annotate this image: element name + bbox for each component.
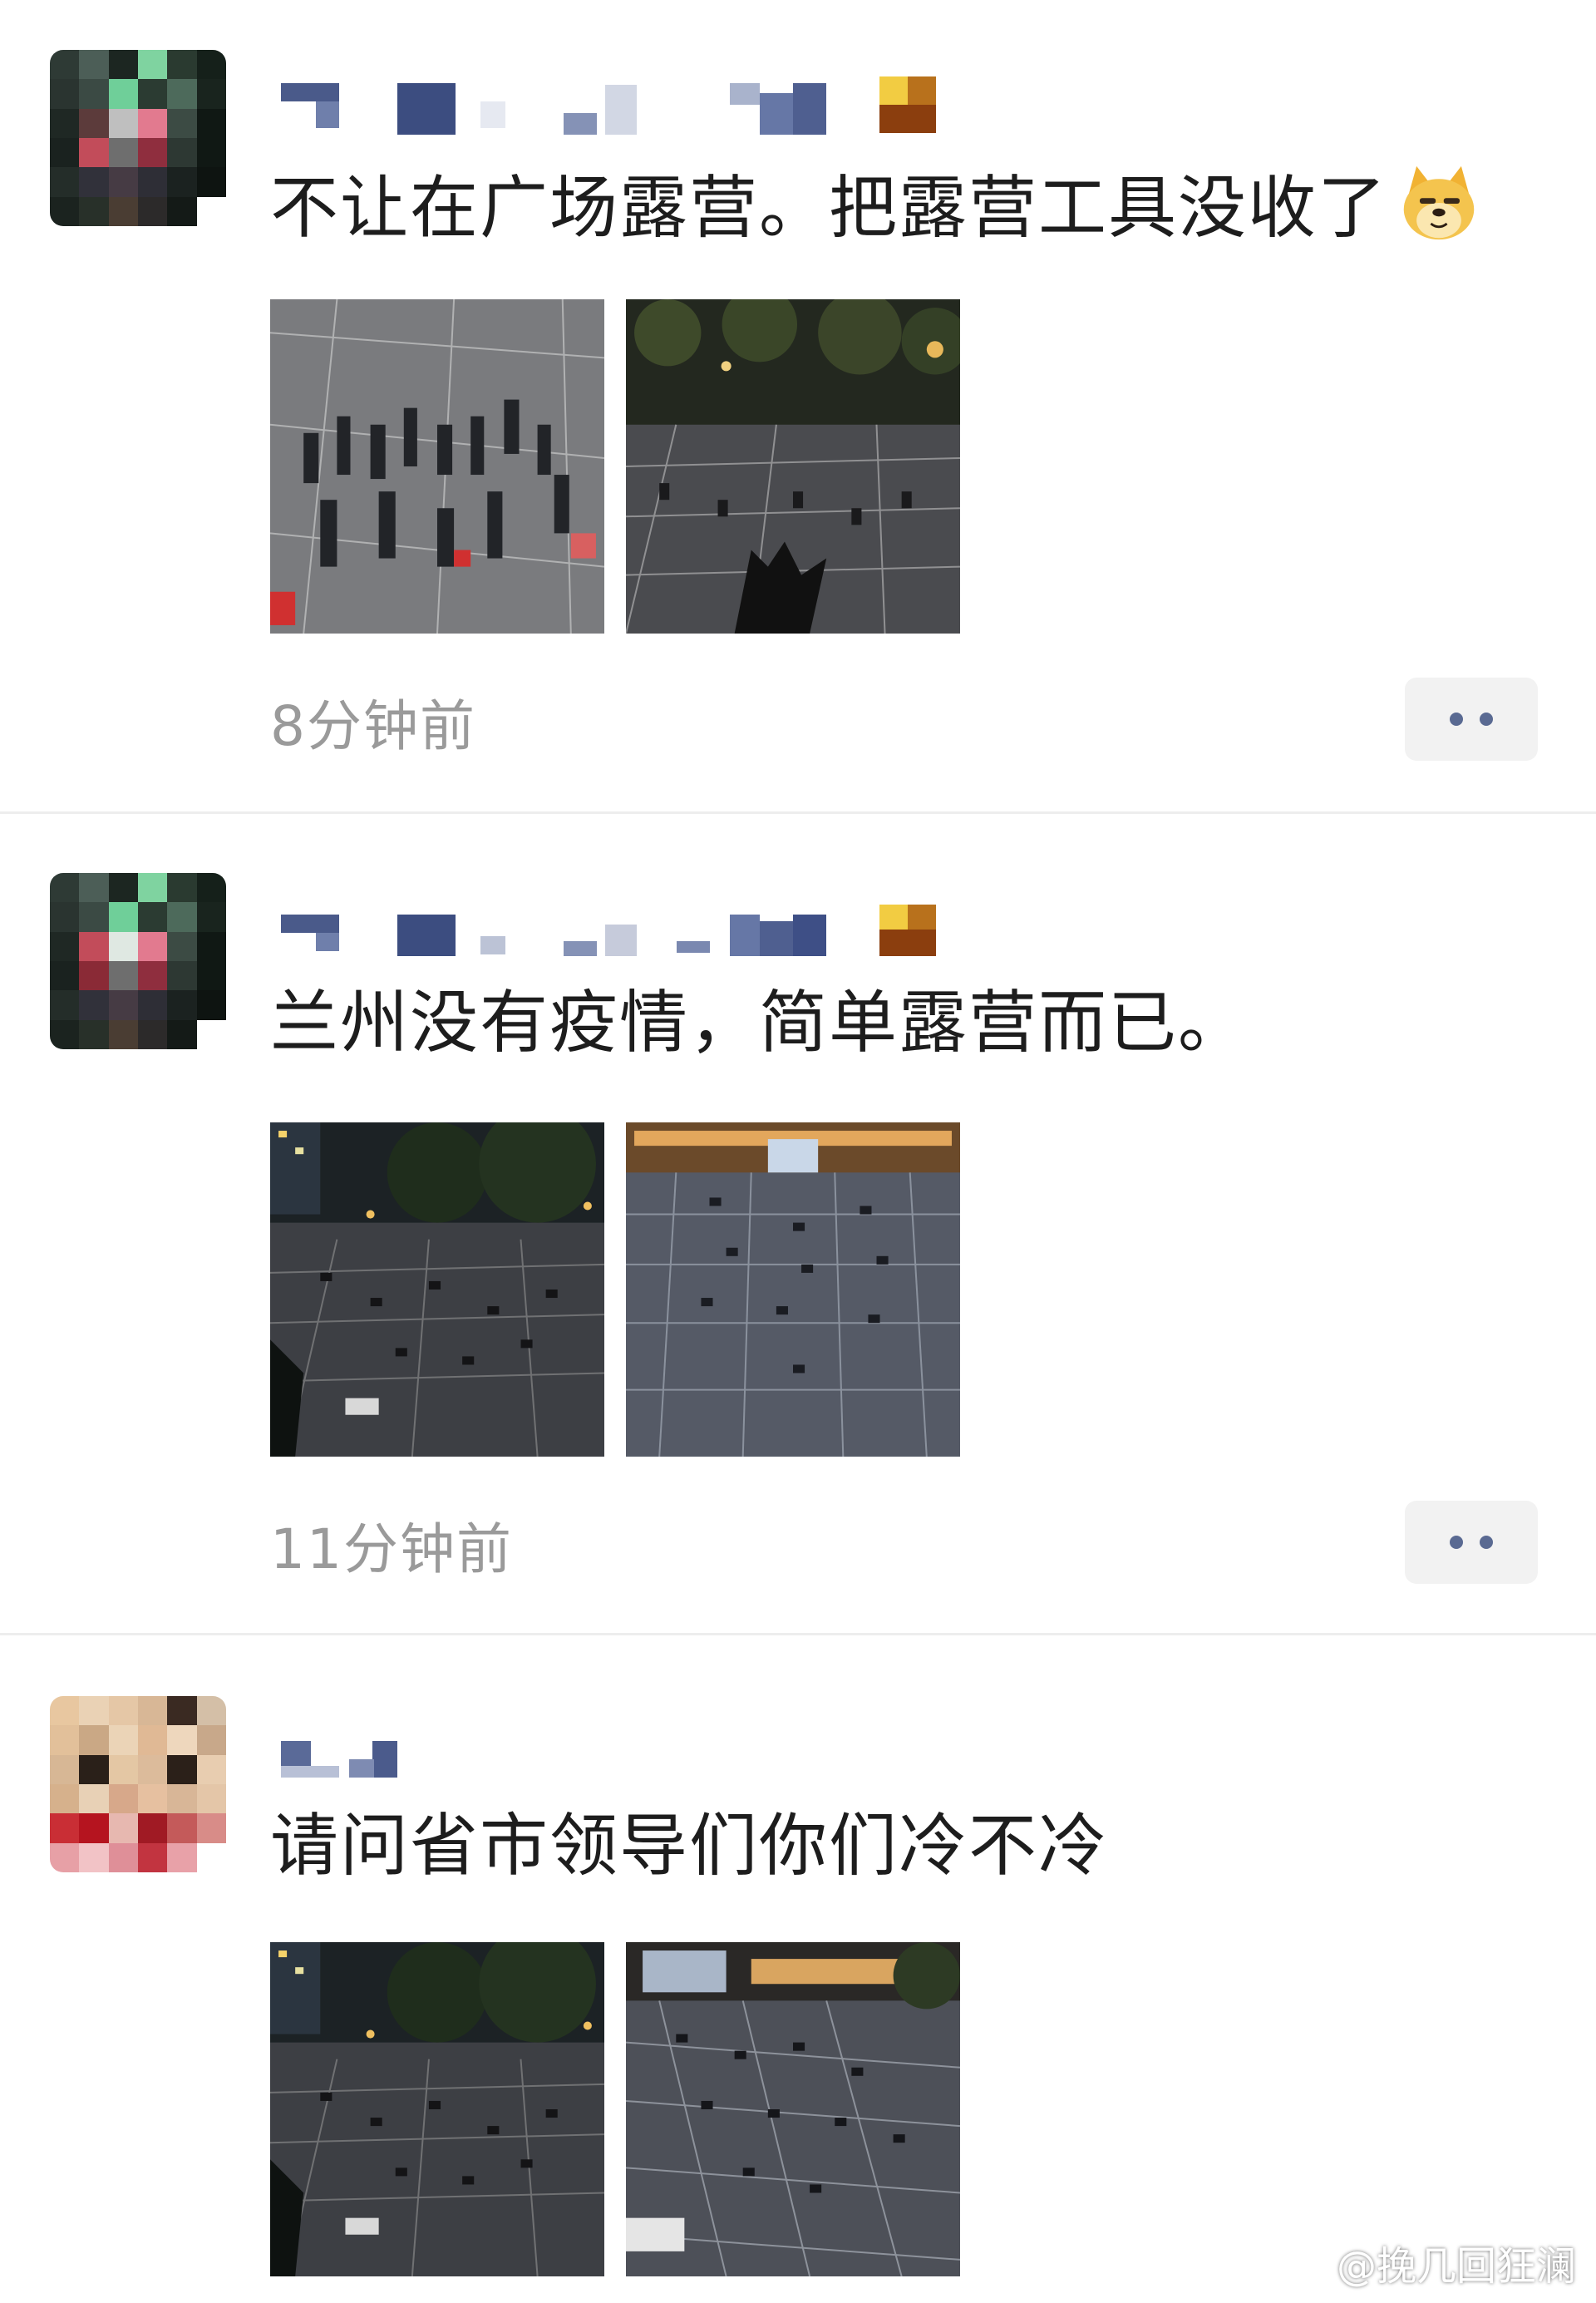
more-dots-icon [1450,713,1463,726]
post-text: 兰州没有疫情，简单露营而已。 [270,984,1249,1063]
more-button[interactable] [1405,678,1538,761]
photo-grid [270,299,960,634]
post-text: 不让在广场露营。把露营工具没收了 [270,163,1479,246]
avatar[interactable] [50,50,226,226]
photo-grid [270,1122,960,1457]
avatar[interactable] [50,1696,226,1872]
watermark-text: @挽几回狂澜 [1336,2243,1576,2290]
plaza-crowd-photo[interactable] [270,299,604,634]
plaza-night-photo[interactable] [626,299,960,634]
watermark: @挽几回狂澜 [1270,2233,1576,2291]
post-text: 请问省市领导们你们冷不冷 [270,1807,1109,1886]
doge-emoji [1399,163,1479,243]
moment-post-1: 不让在广场露营。把露营工具没收了 8分钟前 [0,50,1596,823]
more-button[interactable] [1405,1501,1538,1584]
plaza-grid-photo[interactable] [270,1122,604,1457]
moment-post-2: 兰州没有疫情，简单露营而已。 11分钟前 [0,873,1596,1646]
photo-grid [270,1942,960,2276]
plaza-grid-photo-4[interactable] [626,1942,960,2276]
post-time: 11分钟前 [270,1517,513,1581]
plaza-grid-photo-2[interactable] [626,1122,960,1457]
username-blurred[interactable] [281,76,946,135]
more-dots-icon [1450,1536,1463,1549]
weibo-logo-icon [1271,2244,1325,2284]
username-blurred[interactable] [281,1723,946,1781]
post-time: 8分钟前 [270,694,476,758]
divider [0,1633,1596,1635]
username-blurred[interactable] [281,900,946,958]
plaza-grid-photo-3[interactable] [270,1942,604,2276]
divider [0,811,1596,814]
post-text-content: 不让在广场露营。把露营工具没收了 [270,169,1388,248]
avatar[interactable] [50,873,226,1049]
moment-post-3: 请问省市领导们你们冷不冷 [0,1696,1596,2303]
